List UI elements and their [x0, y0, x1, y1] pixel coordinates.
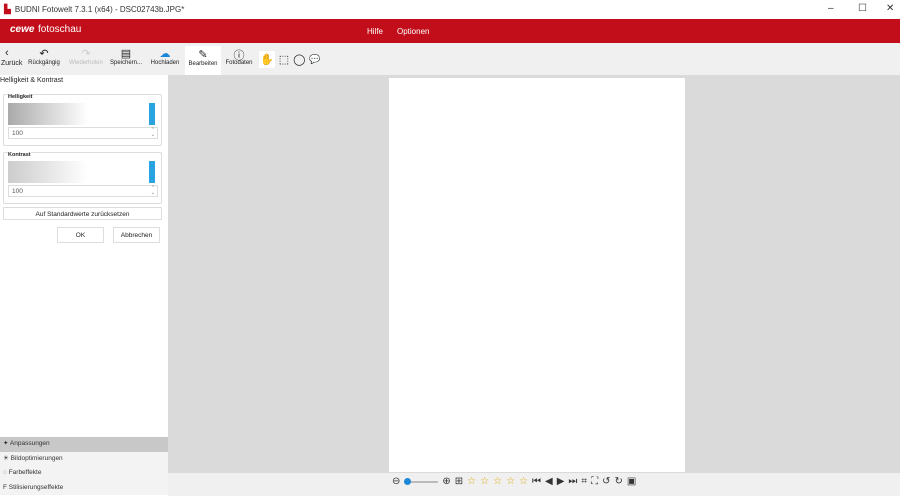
- brightness-value: 100: [12, 130, 23, 137]
- adjust-icon: ✦: [3, 440, 9, 447]
- minimize-button[interactable]: –: [828, 3, 834, 14]
- undo-button[interactable]: ↶ Rückgängig: [24, 47, 64, 66]
- prev-icon[interactable]: ◀: [545, 476, 553, 487]
- undo-label: Rückgängig: [28, 60, 60, 66]
- accordion-bildoptimierungen[interactable]: ☀ Bildoptimierungen: [0, 451, 168, 466]
- brightness-input[interactable]: 100 ⌃ ⌄: [8, 127, 158, 139]
- accordion-label: Bildoptimierungen: [10, 454, 63, 462]
- redo-button[interactable]: ↷ Wiederholen: [66, 47, 106, 66]
- star-icon[interactable]: ☆: [519, 476, 528, 487]
- menu-optionen[interactable]: Optionen: [397, 27, 429, 36]
- palette-icon: ◌: [3, 469, 7, 476]
- undo-icon: ↶: [39, 48, 49, 60]
- panel-title: Helligkeit & Kontrast: [0, 77, 64, 84]
- accordion-label: Stilisierungseffekte: [8, 483, 64, 491]
- info-label: Fotodaten: [225, 60, 253, 66]
- ellipse-select-icon[interactable]: ◯: [293, 53, 305, 66]
- fit-icon[interactable]: ⛶: [591, 476, 598, 487]
- next-icon[interactable]: ▶: [557, 476, 565, 487]
- upload-label: Hochladen: [150, 60, 180, 66]
- zoom-in-icon[interactable]: ⊕: [442, 476, 450, 487]
- last-icon[interactable]: ⏭: [568, 476, 577, 487]
- accordion-label: Farbeffekte: [8, 469, 42, 476]
- save-label: Speichern...: [109, 60, 143, 66]
- selection-tools: ✋ ⬚ ◯ 💬: [259, 48, 321, 70]
- lasso-select-icon[interactable]: 💬: [309, 54, 320, 65]
- hand-tool-icon[interactable]: ✋: [259, 50, 275, 68]
- save-button[interactable]: ▤ Speichern...: [106, 47, 146, 66]
- crop-icon[interactable]: ⌗: [581, 476, 587, 487]
- contrast-label: Kontrast: [8, 152, 31, 158]
- adjustment-panel: Helligkeit & Kontrast Helligkeit 100 ⌃ ⌄ K…: [0, 75, 168, 496]
- sun-icon: ☀: [3, 454, 9, 462]
- edit-icon: ✎: [198, 49, 208, 61]
- title-bar: ▙ BUDNI Fotowelt 7.3.1 (x64) - DSC02743b…: [0, 0, 900, 19]
- contrast-preview: [8, 161, 88, 183]
- accordion-stilisierungseffekte[interactable]: F Stilisierungseffekte: [0, 480, 168, 495]
- back-label: Zurück: [1, 60, 23, 67]
- back-button[interactable]: ‹ Zurück: [0, 47, 24, 67]
- star-icon[interactable]: ☆: [506, 476, 515, 487]
- stylize-icon: F: [3, 483, 7, 491]
- zoom-out-icon[interactable]: ⊖: [392, 476, 400, 487]
- upload-button[interactable]: ☁ Hochladen: [145, 47, 185, 66]
- rotate-right-icon[interactable]: ↻: [614, 476, 622, 487]
- zoom-slider[interactable]: [404, 477, 439, 485]
- photo-preview[interactable]: [389, 78, 685, 472]
- back-icon: ‹: [5, 47, 9, 59]
- header-bar: cewe fotoschau Hilfe Optionen: [0, 19, 900, 43]
- accordion-farbeffekte[interactable]: ◌ Farbeffekte: [0, 466, 168, 481]
- rect-select-icon[interactable]: ⬚: [279, 53, 289, 66]
- edit-button[interactable]: ✎ Bearbeiten: [185, 46, 221, 75]
- add-icon[interactable]: ⊞: [455, 476, 463, 487]
- toolbar: ‹ Zurück ↶ Rückgängig ↷ Wiederholen ▤ Speich…: [0, 43, 900, 75]
- contrast-slider[interactable]: [149, 161, 155, 183]
- contrast-input[interactable]: 100 ⌃ ⌄: [8, 185, 158, 197]
- brightness-preview: [8, 103, 88, 125]
- cewe-logo: cewe: [10, 24, 35, 35]
- compare-icon[interactable]: ▣: [627, 476, 636, 487]
- photo-info-button[interactable]: ⓘ Fotodaten: [219, 47, 259, 66]
- spinner-icon[interactable]: ⌃ ⌄: [151, 186, 155, 196]
- effects-accordion: ✦ Anpassungen ☀ Bildoptimierungen ◌ Farb…: [0, 437, 168, 495]
- ok-button[interactable]: OK: [57, 227, 104, 243]
- maximize-button[interactable]: ☐: [858, 3, 867, 14]
- cancel-button[interactable]: Abbrechen: [113, 227, 160, 243]
- brightness-label: Helligkeit: [8, 94, 33, 100]
- redo-icon: ↷: [81, 48, 91, 60]
- menu-hilfe[interactable]: Hilfe: [367, 27, 383, 36]
- brand-name: fotoschau: [38, 24, 82, 35]
- upload-icon: ☁: [159, 48, 171, 60]
- redo-label: Wiederholen: [69, 60, 103, 66]
- window-title: BUDNI Fotowelt 7.3.1 (x64) - DSC02743b.J…: [14, 5, 185, 14]
- first-icon[interactable]: ⏮: [532, 476, 541, 487]
- zoom-slider-handle[interactable]: [404, 477, 412, 485]
- navigation-controls: ⊖ ⊕ ⊞ ☆ ☆ ☆ ☆ ☆ ⏮ ◀ ▶ ⏭ ⌗ ⛶ ↺ ↻ ▣: [392, 476, 636, 487]
- accordion-anpassungen[interactable]: ✦ Anpassungen: [0, 437, 168, 452]
- contrast-group: Kontrast 100 ⌃ ⌄: [3, 152, 162, 204]
- star-icon[interactable]: ☆: [480, 476, 489, 487]
- brightness-group: Helligkeit 100 ⌃ ⌄: [3, 94, 162, 146]
- save-icon: ▤: [120, 48, 132, 60]
- reset-button[interactable]: Auf Standardwerte zurücksetzen: [3, 207, 162, 220]
- app-icon: ▙: [4, 4, 11, 14]
- info-icon: ⓘ: [233, 50, 245, 62]
- edit-label: Bearbeiten: [188, 61, 218, 67]
- rotate-left-icon[interactable]: ↺: [602, 476, 610, 487]
- star-icon[interactable]: ☆: [467, 476, 476, 487]
- contrast-value: 100: [12, 188, 23, 195]
- accordion-label: Anpassungen: [9, 440, 50, 447]
- spinner-icon[interactable]: ⌃ ⌄: [151, 128, 155, 138]
- star-icon[interactable]: ☆: [493, 476, 502, 487]
- brightness-slider[interactable]: [149, 103, 155, 125]
- close-button[interactable]: ✕: [886, 3, 894, 14]
